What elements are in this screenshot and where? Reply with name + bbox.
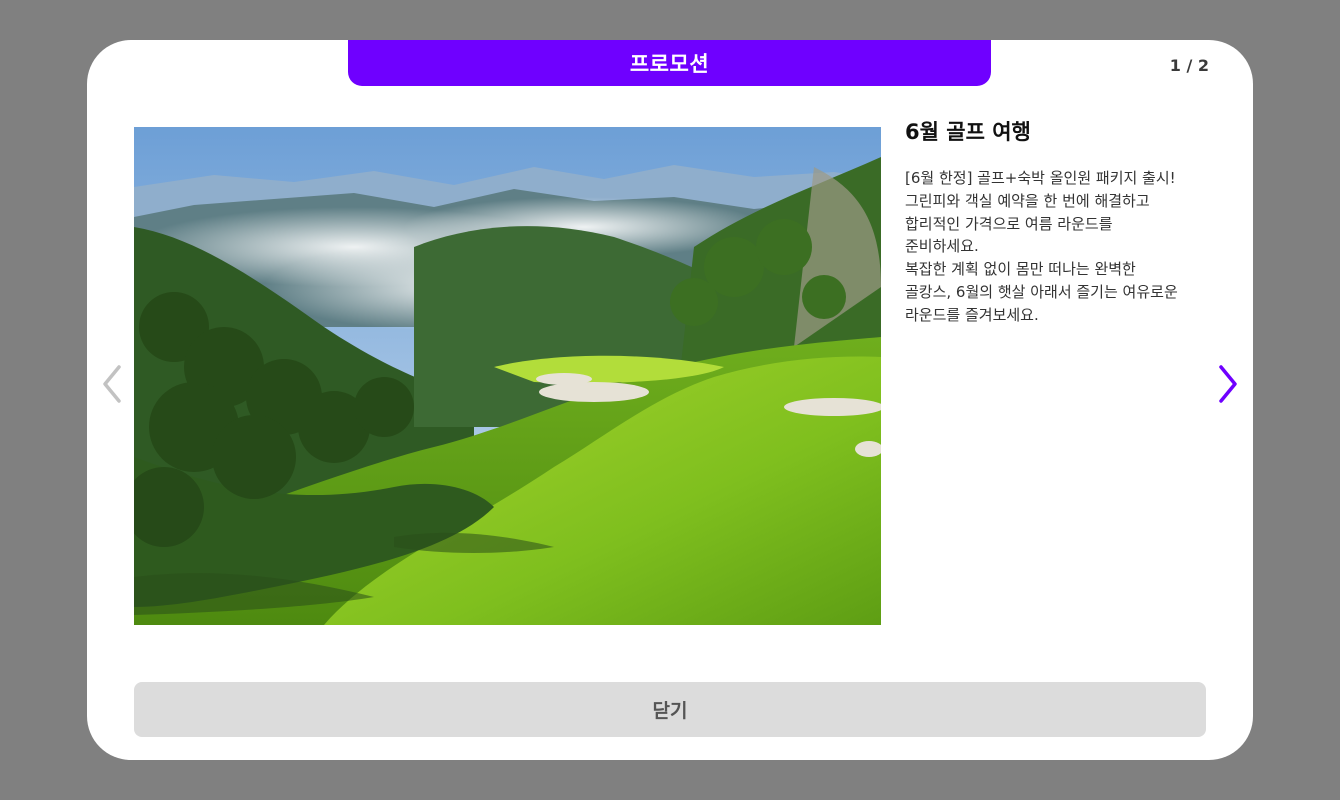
chevron-right-icon [1219, 365, 1237, 403]
next-slide-button[interactable] [1208, 356, 1248, 412]
promotion-modal: 프로모션 1 / 2 6월 골프 여행 [6월 한정] 골프+숙박 올인원 패키… [87, 40, 1253, 760]
promotion-title: 6월 골프 여행 [905, 120, 1031, 144]
close-button[interactable]: 닫기 [134, 682, 1206, 737]
page-indicator: 1 / 2 [1169, 56, 1209, 75]
promotion-description: [6월 한정] 골프+숙박 올인원 패키지 출시! 그린피와 객실 예약을 한 … [905, 169, 1178, 324]
modal-title: 프로모션 [348, 40, 991, 86]
prev-slide-button[interactable] [92, 356, 132, 412]
chevron-left-icon [103, 365, 121, 403]
promotion-image-golf-course [134, 127, 881, 625]
